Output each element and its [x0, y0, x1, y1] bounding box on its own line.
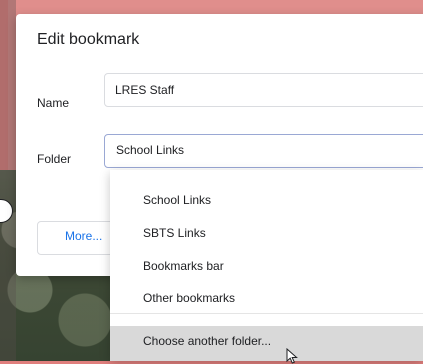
mouse-pointer-icon — [286, 348, 298, 364]
name-label: Name — [37, 96, 70, 110]
folder-label: Folder — [37, 152, 72, 166]
choose-another-folder-label: Choose another folder... — [143, 334, 272, 348]
folder-select-value: School Links — [116, 143, 185, 157]
dropdown-item-bookmarks-bar[interactable]: Bookmarks bar — [143, 259, 224, 273]
dropdown-item-other-bookmarks[interactable]: Other bookmarks — [143, 291, 235, 305]
folder-select[interactable]: School Links — [104, 134, 423, 168]
folder-dropdown: School Links SBTS Links Bookmarks bar Ot… — [110, 170, 423, 361]
dropdown-separator — [110, 313, 423, 314]
background-strip — [0, 0, 16, 361]
dropdown-item-choose-another-folder[interactable]: Choose another folder... — [110, 326, 423, 361]
dropdown-item-sbts-links[interactable]: SBTS Links — [143, 226, 206, 240]
dropdown-item-school-links[interactable]: School Links — [143, 193, 211, 207]
name-input[interactable] — [104, 73, 423, 107]
dialog-title: Edit bookmark — [37, 31, 140, 48]
